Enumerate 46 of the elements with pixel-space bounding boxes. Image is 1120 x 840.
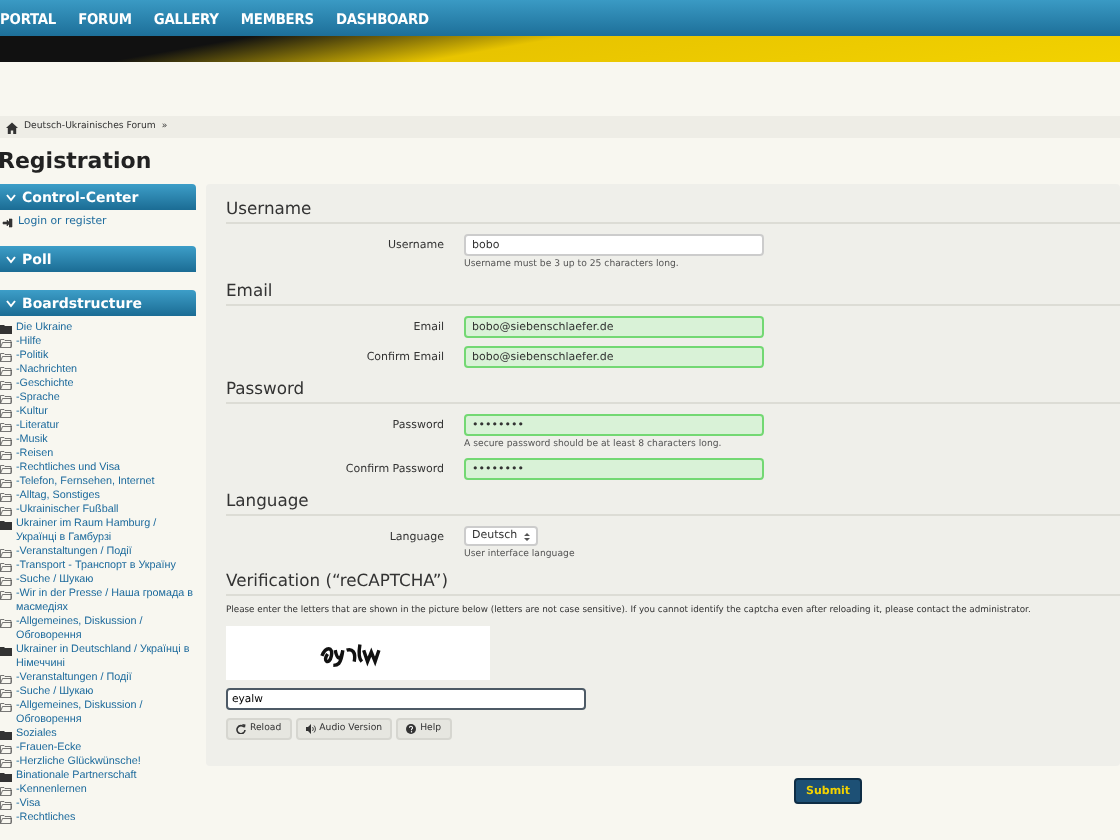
folder-icon [0,772,12,782]
chevron-icon [6,193,16,201]
folder-icon [0,520,12,530]
section-heading: Password [226,376,1120,404]
home-icon [6,121,18,133]
help-icon [406,724,417,734]
chevron-icon [6,299,16,307]
section-heading: Email [226,278,1120,306]
section-heading: Username [226,196,1120,224]
open-folder-icon [0,464,12,474]
chevron-icon [6,255,16,263]
open-folder-icon [0,436,12,446]
folder-icon [0,324,12,334]
open-folder-icon [0,562,12,572]
open-folder-icon [0,786,12,796]
open-folder-icon [0,576,12,586]
reload-icon [236,724,246,734]
speaker-icon [305,724,316,734]
open-folder-icon [0,450,12,460]
folder-icon [0,730,12,740]
open-folder-icon [0,478,12,488]
open-folder-icon [0,366,12,376]
open-folder-icon [0,590,12,600]
open-folder-icon [0,422,12,432]
login-icon [2,218,14,228]
open-folder-icon [0,814,12,824]
open-folder-icon [0,744,12,754]
open-folder-icon [0,618,12,628]
open-folder-icon [0,674,12,684]
section-heading: Language [226,488,1120,516]
section-heading: Verification (“reCAPTCHA”) [226,568,1120,596]
open-folder-icon [0,506,12,516]
open-folder-icon [0,352,12,362]
open-folder-icon [0,338,12,348]
dropdown-arrows-icon [523,531,530,541]
open-folder-icon [0,548,12,558]
open-folder-icon [0,800,12,810]
open-folder-icon [0,702,12,712]
open-folder-icon [0,688,12,698]
open-folder-icon [0,758,12,768]
open-folder-icon [0,394,12,404]
page-title: Registration [0,146,154,178]
open-folder-icon [0,408,12,418]
folder-icon [0,646,12,656]
open-folder-icon [0,380,12,390]
open-folder-icon [0,492,12,502]
